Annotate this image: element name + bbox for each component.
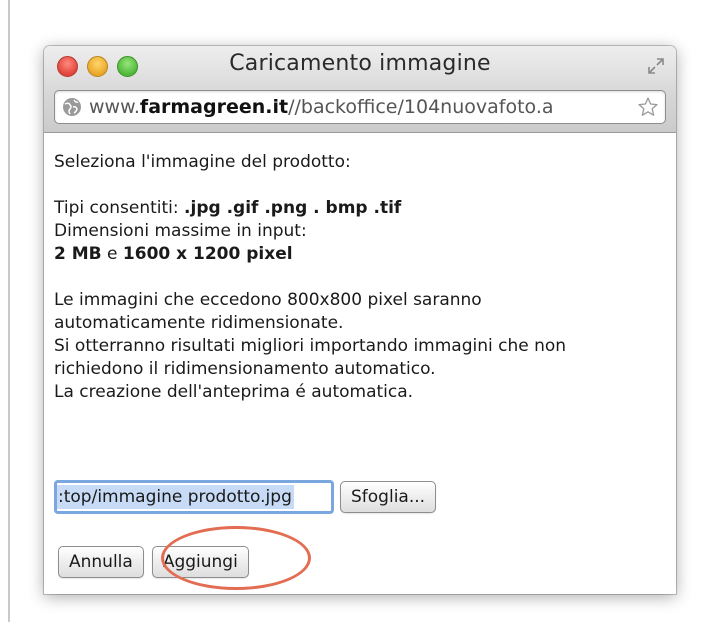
upload-instructions: Seleziona l'immagine del prodotto: Tipi … [44, 133, 676, 404]
max-dimensions-line: 2 MB e 1600 x 1200 pixel [54, 243, 676, 266]
max-pixels-value: 1600 x 1200 pixel [122, 244, 293, 264]
window-title: Caricamento immagine [229, 51, 491, 76]
address-bar[interactable]: www.farmagreen.it//backoffice/104nuovafo… [54, 90, 666, 124]
max-dimensions-label: Dimensioni massime in input: [54, 221, 307, 241]
resize-note-2: automaticamente ridimensionate. [54, 313, 344, 333]
bookmark-star-icon[interactable] [637, 96, 659, 118]
max-conj: e [101, 244, 123, 264]
fullscreen-icon[interactable] [646, 56, 666, 76]
resize-note-4: richiedono il ridimensionamento automati… [54, 359, 436, 379]
resize-note-1: Le immagini che eccedono 800x800 pixel s… [54, 290, 482, 310]
intro-text: Seleziona l'immagine del prodotto: [54, 152, 351, 172]
allowed-types-line: Tipi consentiti: .jpg .gif .png . bmp .t… [54, 197, 676, 220]
title-bar: Caricamento immagine www.farmagreen.it//… [44, 46, 676, 133]
popup-window: Caricamento immagine www.farmagreen.it//… [44, 46, 676, 594]
page-edge-rule [8, 0, 10, 622]
action-buttons: Annulla Aggiungi [58, 546, 249, 578]
browse-button[interactable]: Sfoglia... [340, 481, 437, 513]
file-path-field[interactable]: :top/immagine prodotto.jpg [54, 480, 334, 514]
file-picker: :top/immagine prodotto.jpg Sfoglia... [54, 480, 437, 514]
preview-note: La creazione dell'anteprima é automatica… [54, 382, 414, 402]
add-button[interactable]: Aggiungi [151, 546, 249, 578]
url-path: //backoffice/104nuovafoto.a [288, 96, 554, 118]
file-path-value: :top/immagine prodotto.jpg [57, 485, 294, 509]
url-domain: farmagreen.it [139, 96, 289, 118]
resize-note-3: Si otterranno risultati migliori importa… [54, 336, 567, 356]
url-text: www.farmagreen.it//backoffice/104nuovafo… [89, 96, 637, 118]
allowed-types-label: Tipi consentiti: [54, 198, 185, 218]
cancel-button[interactable]: Annulla [58, 546, 144, 578]
allowed-types-value: .jpg .gif .png . bmp .tif [184, 198, 402, 218]
globe-icon [63, 98, 81, 116]
max-size-value: 2 MB [54, 244, 102, 264]
url-prefix: www. [89, 96, 140, 118]
